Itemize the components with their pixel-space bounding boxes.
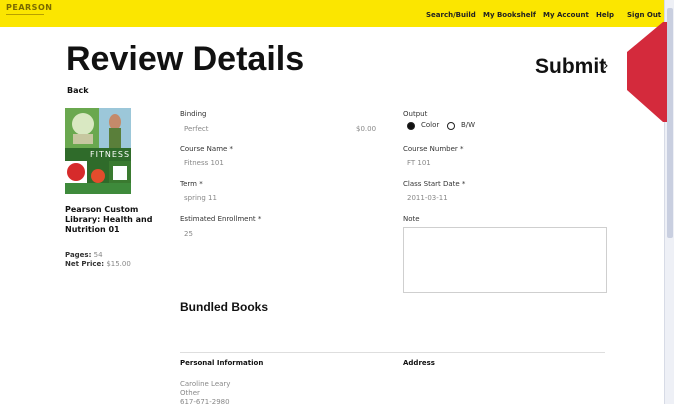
- enrollment-value: 25: [184, 230, 193, 238]
- nav-help[interactable]: Help: [596, 11, 614, 19]
- nav-my-bookshelf[interactable]: My Bookshelf: [483, 11, 536, 19]
- note-label: Note: [403, 215, 420, 223]
- red-banner-shape: [627, 22, 667, 122]
- term-label: Term *: [180, 180, 203, 188]
- contact-role: Other: [180, 389, 200, 397]
- course-number-value: FT 101: [407, 159, 431, 167]
- binding-label: Binding: [180, 110, 207, 118]
- nav-search-build[interactable]: Search/Build: [426, 11, 476, 19]
- course-number-label: Course Number *: [403, 145, 464, 153]
- term-value: spring 11: [184, 194, 217, 202]
- binding-value: Perfect: [184, 125, 209, 133]
- submit-arrow-icon[interactable]: ›: [603, 58, 609, 74]
- class-start-value: 2011-03-11: [407, 194, 448, 202]
- course-name-label: Course Name *: [180, 145, 234, 153]
- bundled-books-heading: Bundled Books: [180, 300, 269, 314]
- book-cover-image: FITNESS: [65, 108, 131, 194]
- book-net-price: Net Price: $15.00: [65, 260, 131, 268]
- course-name-value: Fitness 101: [184, 159, 224, 167]
- output-color-label[interactable]: Color: [421, 121, 439, 129]
- contact-name: Caroline Leary: [180, 380, 231, 388]
- top-nav-bar: PEARSON Search/Build My Bookshelf My Acc…: [0, 0, 665, 27]
- book-pages: Pages: 54: [65, 251, 103, 259]
- section-divider: [180, 352, 605, 353]
- back-link[interactable]: Back: [67, 86, 89, 95]
- class-start-label: Class Start Date *: [403, 180, 466, 188]
- output-color-radio[interactable]: [407, 122, 415, 130]
- nav-sign-out[interactable]: Sign Out: [627, 11, 661, 19]
- output-label: Output: [403, 110, 428, 118]
- nav-my-account[interactable]: My Account: [543, 11, 589, 19]
- personal-info-heading: Personal Information: [180, 359, 264, 367]
- brand-underline: [6, 14, 44, 15]
- cover-text: FITNESS: [90, 150, 131, 159]
- submit-button[interactable]: Submit: [535, 55, 606, 79]
- book-title: Pearson Custom Library: Health and Nutri…: [65, 205, 153, 234]
- brand-logo[interactable]: PEARSON: [6, 3, 52, 12]
- note-textarea[interactable]: [403, 227, 607, 293]
- output-bw-label[interactable]: B/W: [461, 121, 475, 129]
- scrollbar-thumb[interactable]: [667, 8, 673, 238]
- address-heading: Address: [403, 359, 435, 367]
- output-bw-radio[interactable]: [447, 122, 455, 130]
- page-title: Review Details: [66, 40, 305, 78]
- contact-phone: 617-671-2980: [180, 398, 230, 406]
- binding-price: $0.00: [356, 125, 377, 133]
- enrollment-label: Estimated Enrollment *: [180, 215, 262, 223]
